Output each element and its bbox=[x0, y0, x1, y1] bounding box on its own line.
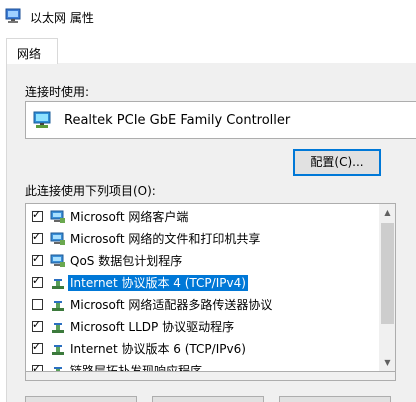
protocol-icon bbox=[54, 367, 62, 371]
item-label: Microsoft 网络适配器多路传送器协议 bbox=[70, 298, 273, 312]
adapter-display: Realtek PCIe GbE Family Controller bbox=[25, 101, 416, 139]
properties-button[interactable] bbox=[279, 396, 391, 402]
item-label: Internet 协议版本 6 (TCP/IPv6) bbox=[70, 342, 246, 356]
components-list[interactable]: ✓ Microsoft 网络客户端 ✓ Microsoft 网络的文件和打印机共… bbox=[25, 203, 396, 372]
scroll-down-icon[interactable]: ▼ bbox=[379, 354, 395, 371]
item-checkbox[interactable] bbox=[32, 299, 43, 310]
protocol-icon bbox=[52, 279, 64, 289]
tab-label: 网络 bbox=[17, 47, 42, 61]
item-checkbox[interactable]: ✓ bbox=[32, 252, 43, 266]
item-checkbox[interactable]: ✓ bbox=[32, 362, 43, 371]
items-label: 此连接使用下列项目(O): bbox=[25, 184, 156, 198]
title-bar: 以太网 属性 bbox=[0, 0, 416, 32]
list-item[interactable]: ✓ 链路层拓扑发现响应程序 bbox=[26, 360, 378, 372]
vertical-scrollbar[interactable]: ▲ ▼ bbox=[379, 204, 395, 371]
item-checkbox[interactable]: ✓ bbox=[32, 340, 43, 354]
protocol-icon bbox=[52, 323, 64, 333]
window-title: 以太网 属性 bbox=[30, 11, 94, 25]
tab-networking[interactable]: 网络 bbox=[6, 38, 58, 64]
item-checkbox[interactable]: ✓ bbox=[32, 230, 43, 244]
list-item[interactable]: ✓ Microsoft LLDP 协议驱动程序 bbox=[26, 316, 378, 338]
item-label: Microsoft LLDP 协议驱动程序 bbox=[70, 320, 235, 334]
list-item[interactable]: ✓ QoS 数据包计划程序 bbox=[26, 250, 378, 272]
list-item[interactable]: ✓ Internet 协议版本 6 (TCP/IPv6) bbox=[26, 338, 378, 360]
item-checkbox[interactable]: ✓ bbox=[32, 208, 43, 222]
list-item-selected[interactable]: ✓ Internet 协议版本 4 (TCP/IPv4) bbox=[26, 272, 378, 294]
protocol-icon bbox=[52, 345, 64, 355]
network-client-icon bbox=[50, 210, 65, 223]
list-item[interactable]: ✓ Microsoft 网络的文件和打印机共享 bbox=[26, 228, 378, 250]
list-item[interactable]: Microsoft 网络适配器多路传送器协议 bbox=[26, 294, 378, 316]
network-adapter-icon bbox=[5, 8, 21, 23]
install-button[interactable] bbox=[25, 396, 137, 402]
item-label: Microsoft 网络的文件和打印机共享 bbox=[70, 232, 261, 246]
uninstall-button[interactable] bbox=[152, 396, 264, 402]
protocol-icon bbox=[52, 301, 64, 311]
network-service-icon bbox=[50, 254, 65, 267]
connect-using-label: 连接时使用: bbox=[25, 85, 90, 99]
item-checkbox[interactable]: ✓ bbox=[32, 274, 43, 288]
item-label: 链路层拓扑发现响应程序 bbox=[70, 364, 203, 372]
item-label: Microsoft 网络客户端 bbox=[70, 210, 189, 224]
scroll-thumb[interactable] bbox=[381, 223, 394, 324]
network-adapter-icon bbox=[33, 111, 51, 128]
scroll-up-icon[interactable]: ▲ bbox=[379, 204, 395, 221]
item-label: Internet 协议版本 4 (TCP/IPv4) bbox=[68, 275, 248, 291]
adapter-name: Realtek PCIe GbE Family Controller bbox=[64, 113, 291, 128]
list-item[interactable]: ✓ Microsoft 网络客户端 bbox=[26, 206, 378, 228]
list-bottom-edge bbox=[25, 372, 396, 381]
item-label: QoS 数据包计划程序 bbox=[70, 254, 183, 268]
configure-button[interactable]: 配置(C)... bbox=[293, 149, 381, 176]
network-service-icon bbox=[50, 232, 65, 245]
item-checkbox[interactable]: ✓ bbox=[32, 318, 43, 332]
